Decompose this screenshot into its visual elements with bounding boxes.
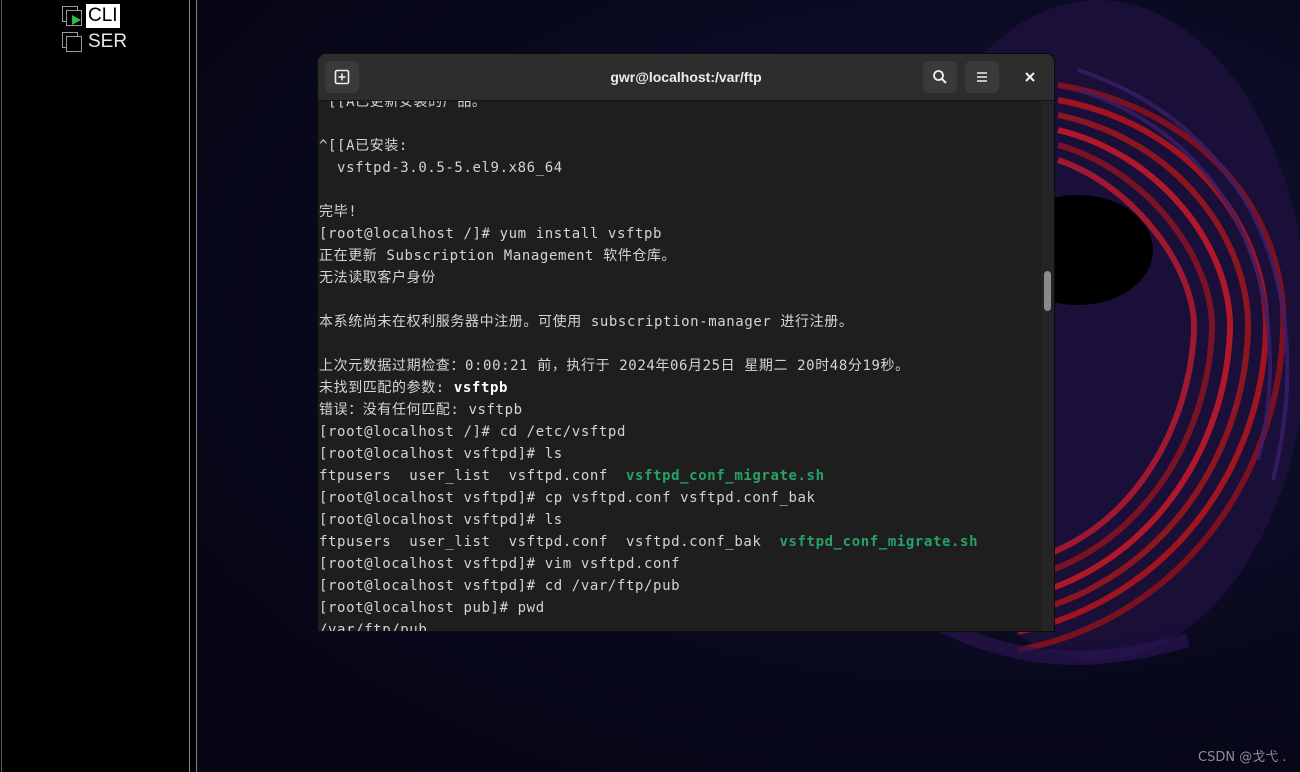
search-button[interactable] bbox=[923, 61, 957, 93]
vm-item-cli[interactable]: CLI bbox=[60, 3, 120, 29]
hamburger-menu-icon bbox=[977, 72, 987, 82]
terminal-text-segment: ftpusers user_list vsftpd.conf vsftpd.co… bbox=[319, 534, 780, 550]
terminal-text-segment: [root@localhost vsftpd]# ls bbox=[319, 446, 563, 462]
terminal-window[interactable]: gwr@localhost:/var/ftp ^[[A已更新安装的产品。 ^[[A… bbox=[318, 54, 1054, 631]
new-tab-button[interactable] bbox=[325, 61, 359, 93]
terminal-text-segment: ^[[A已更新安装的产品。 bbox=[319, 101, 487, 110]
terminal-line: [root@localhost vsftpd]# vim vsftpd.conf bbox=[319, 553, 978, 575]
watermark-text: CSDN @戈弋 . bbox=[1198, 750, 1287, 765]
terminal-text-segment: 错误：没有任何匹配: vsftpb bbox=[319, 402, 523, 418]
terminal-line: /var/ftp/pub bbox=[319, 619, 978, 631]
terminal-text-segment: vsftpd-3.0.5-5.el9.x86_64 bbox=[319, 160, 563, 176]
terminal-text-segment: vsftpd_conf_migrate.sh bbox=[625, 468, 825, 484]
terminal-line: [root@localhost vsftpd]# ls bbox=[319, 509, 978, 531]
terminal-text-segment: [root@localhost /]# yum install vsftpb bbox=[319, 226, 663, 242]
panel-splitter[interactable] bbox=[190, 0, 197, 772]
terminal-text-segment: ftpusers user_list vsftpd.conf bbox=[319, 468, 626, 484]
terminal-text-segment: [root@localhost pub]# pwd bbox=[319, 600, 545, 616]
terminal-line: [root@localhost vsftpd]# cp vsftpd.conf … bbox=[319, 487, 978, 509]
terminal-text-segment: [root@localhost vsftpd]# cp vsftpd.conf … bbox=[319, 490, 816, 506]
terminal-line: ^[[A已更新安装的产品。 bbox=[319, 101, 978, 113]
terminal-line: 本系统尚未在权利服务器中注册。可使用 subscription-manager … bbox=[319, 311, 978, 333]
menu-button[interactable] bbox=[965, 61, 999, 93]
vm-item-label: CLI bbox=[86, 4, 120, 28]
vm-item-ser[interactable]: SER bbox=[60, 29, 129, 55]
vm-stopped-icon bbox=[60, 31, 82, 53]
terminal-text-segment: [root@localhost vsftpd]# vim vsftpd.conf bbox=[319, 556, 681, 572]
terminal-line: 未找到匹配的参数: vsftpb bbox=[319, 377, 978, 399]
terminal-text-segment: 未找到匹配的参数: bbox=[319, 380, 454, 396]
terminal-text-segment: ^[[A已安装: bbox=[319, 138, 408, 154]
terminal-text-segment: [root@localhost /]# cd /etc/vsftpd bbox=[319, 424, 626, 440]
terminal-line: 完毕! bbox=[319, 201, 978, 223]
terminal-text-segment: /var/ftp/pub bbox=[319, 622, 428, 631]
close-icon bbox=[1025, 72, 1035, 82]
terminal-text-segment: 本系统尚未在权利服务器中注册。可使用 subscription-manager … bbox=[319, 314, 854, 330]
scrollbar-thumb[interactable] bbox=[1044, 271, 1051, 311]
close-button[interactable] bbox=[1016, 61, 1044, 93]
new-tab-icon bbox=[334, 69, 350, 85]
vm-running-icon bbox=[60, 5, 82, 27]
vm-list-panel: CLI SER bbox=[0, 0, 190, 772]
terminal-lines: ^[[A已更新安装的产品。 ^[[A已安装: vsftpd-3.0.5-5.el9… bbox=[319, 101, 978, 631]
search-icon bbox=[933, 70, 947, 84]
terminal-line: [root@localhost vsftpd]# cd /var/ftp/pub bbox=[319, 575, 978, 597]
terminal-titlebar[interactable]: gwr@localhost:/var/ftp bbox=[318, 54, 1054, 101]
terminal-text-segment: 上次元数据过期检查：0:00:21 前，执行于 2024年06月25日 星期二 … bbox=[319, 358, 910, 374]
terminal-line: ftpusers user_list vsftpd.conf vsftpd.co… bbox=[319, 531, 978, 553]
terminal-line: [root@localhost pub]# pwd bbox=[319, 597, 978, 619]
terminal-scrollbar[interactable] bbox=[1041, 101, 1054, 631]
terminal-line: ftpusers user_list vsftpd.conf vsftpd_co… bbox=[319, 465, 978, 487]
terminal-line: [root@localhost /]# yum install vsftpb bbox=[319, 223, 978, 245]
terminal-line: 上次元数据过期检查：0:00:21 前，执行于 2024年06月25日 星期二 … bbox=[319, 355, 978, 377]
terminal-text-segment: vsftpb bbox=[453, 380, 509, 396]
terminal-text-segment: [root@localhost vsftpd]# cd /var/ftp/pub bbox=[319, 578, 681, 594]
terminal-text-segment: 正在更新 Subscription Management 软件仓库。 bbox=[319, 248, 677, 264]
terminal-text-segment: [root@localhost vsftpd]# ls bbox=[319, 512, 563, 528]
terminal-line: [root@localhost /]# cd /etc/vsftpd bbox=[319, 421, 978, 443]
terminal-output[interactable]: ^[[A已更新安装的产品。 ^[[A已安装: vsftpd-3.0.5-5.el9… bbox=[318, 101, 1040, 631]
terminal-text-segment: vsftpd_conf_migrate.sh bbox=[779, 534, 979, 550]
terminal-line: [root@localhost vsftpd]# ls bbox=[319, 443, 978, 465]
vm-item-label: SER bbox=[88, 31, 128, 52]
terminal-text-segment: 完毕! bbox=[319, 204, 358, 220]
terminal-line: 无法读取客户身份 bbox=[319, 267, 978, 289]
terminal-line: ^[[A已安装: bbox=[319, 135, 978, 157]
terminal-line: vsftpd-3.0.5-5.el9.x86_64 bbox=[319, 157, 978, 179]
terminal-text-segment: 无法读取客户身份 bbox=[319, 270, 436, 286]
terminal-line: 错误：没有任何匹配: vsftpb bbox=[319, 399, 978, 421]
terminal-line: 正在更新 Subscription Management 软件仓库。 bbox=[319, 245, 978, 267]
